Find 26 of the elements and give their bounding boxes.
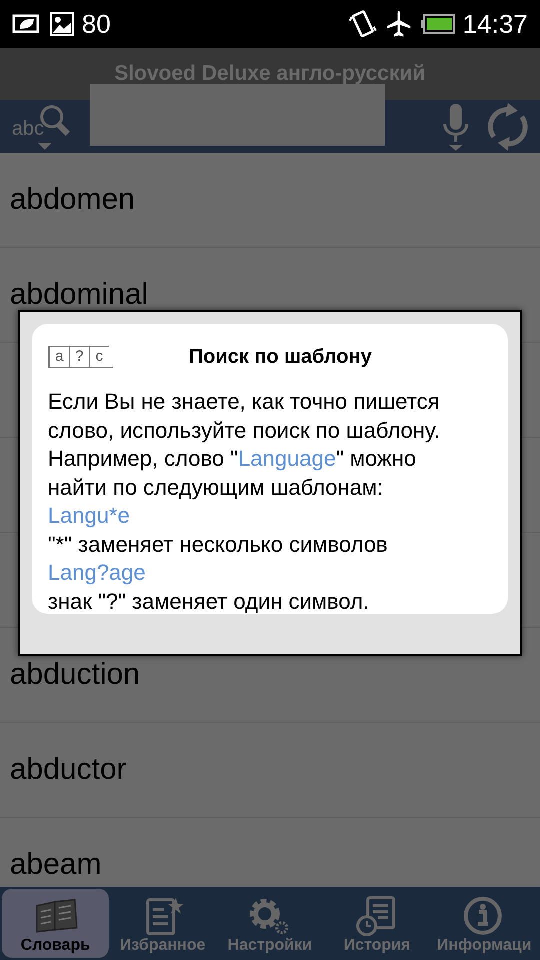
clock-time: 14:37: [462, 8, 528, 40]
pattern-example: Lang?age: [48, 559, 147, 587]
search-field[interactable]: [90, 84, 385, 146]
image-icon: [50, 12, 74, 36]
battery-saver-icon: [12, 13, 42, 35]
caret-icon: [38, 143, 52, 150]
word-item[interactable]: abdominal: [10, 280, 148, 310]
airplane-icon: [384, 10, 413, 38]
word-item[interactable]: abduction: [10, 660, 140, 690]
battery-icon: [420, 14, 455, 34]
pattern-example: Langu*e: [48, 502, 131, 530]
tab[interactable]: Словарь: [2, 889, 110, 958]
tab[interactable]: Избранное: [109, 889, 216, 958]
help-text: знак "?" заменяет один символ.: [48, 588, 370, 616]
notification-count: 80: [82, 8, 111, 40]
tab[interactable]: Информаци: [430, 889, 538, 958]
dialog-title: Поиск по шаблону: [188, 345, 373, 370]
search-mode-button[interactable]: abc: [8, 100, 78, 153]
word-item[interactable]: abdomen: [10, 185, 136, 215]
tab[interactable]: Настройки: [216, 889, 324, 958]
word-item[interactable]: abeam: [10, 850, 102, 880]
word-item[interactable]: abductor: [10, 755, 127, 785]
help-paragraph: Если Вы не знаете, как точно пишется слово, используйте поиск по шаблону. Например, слово "Language" можно найти по следующим шаблонам:: [48, 388, 442, 502]
tab[interactable]: История: [324, 889, 431, 958]
help-text: "*" заменяет несколько символов: [48, 530, 389, 558]
vibrate-icon: [348, 9, 377, 39]
